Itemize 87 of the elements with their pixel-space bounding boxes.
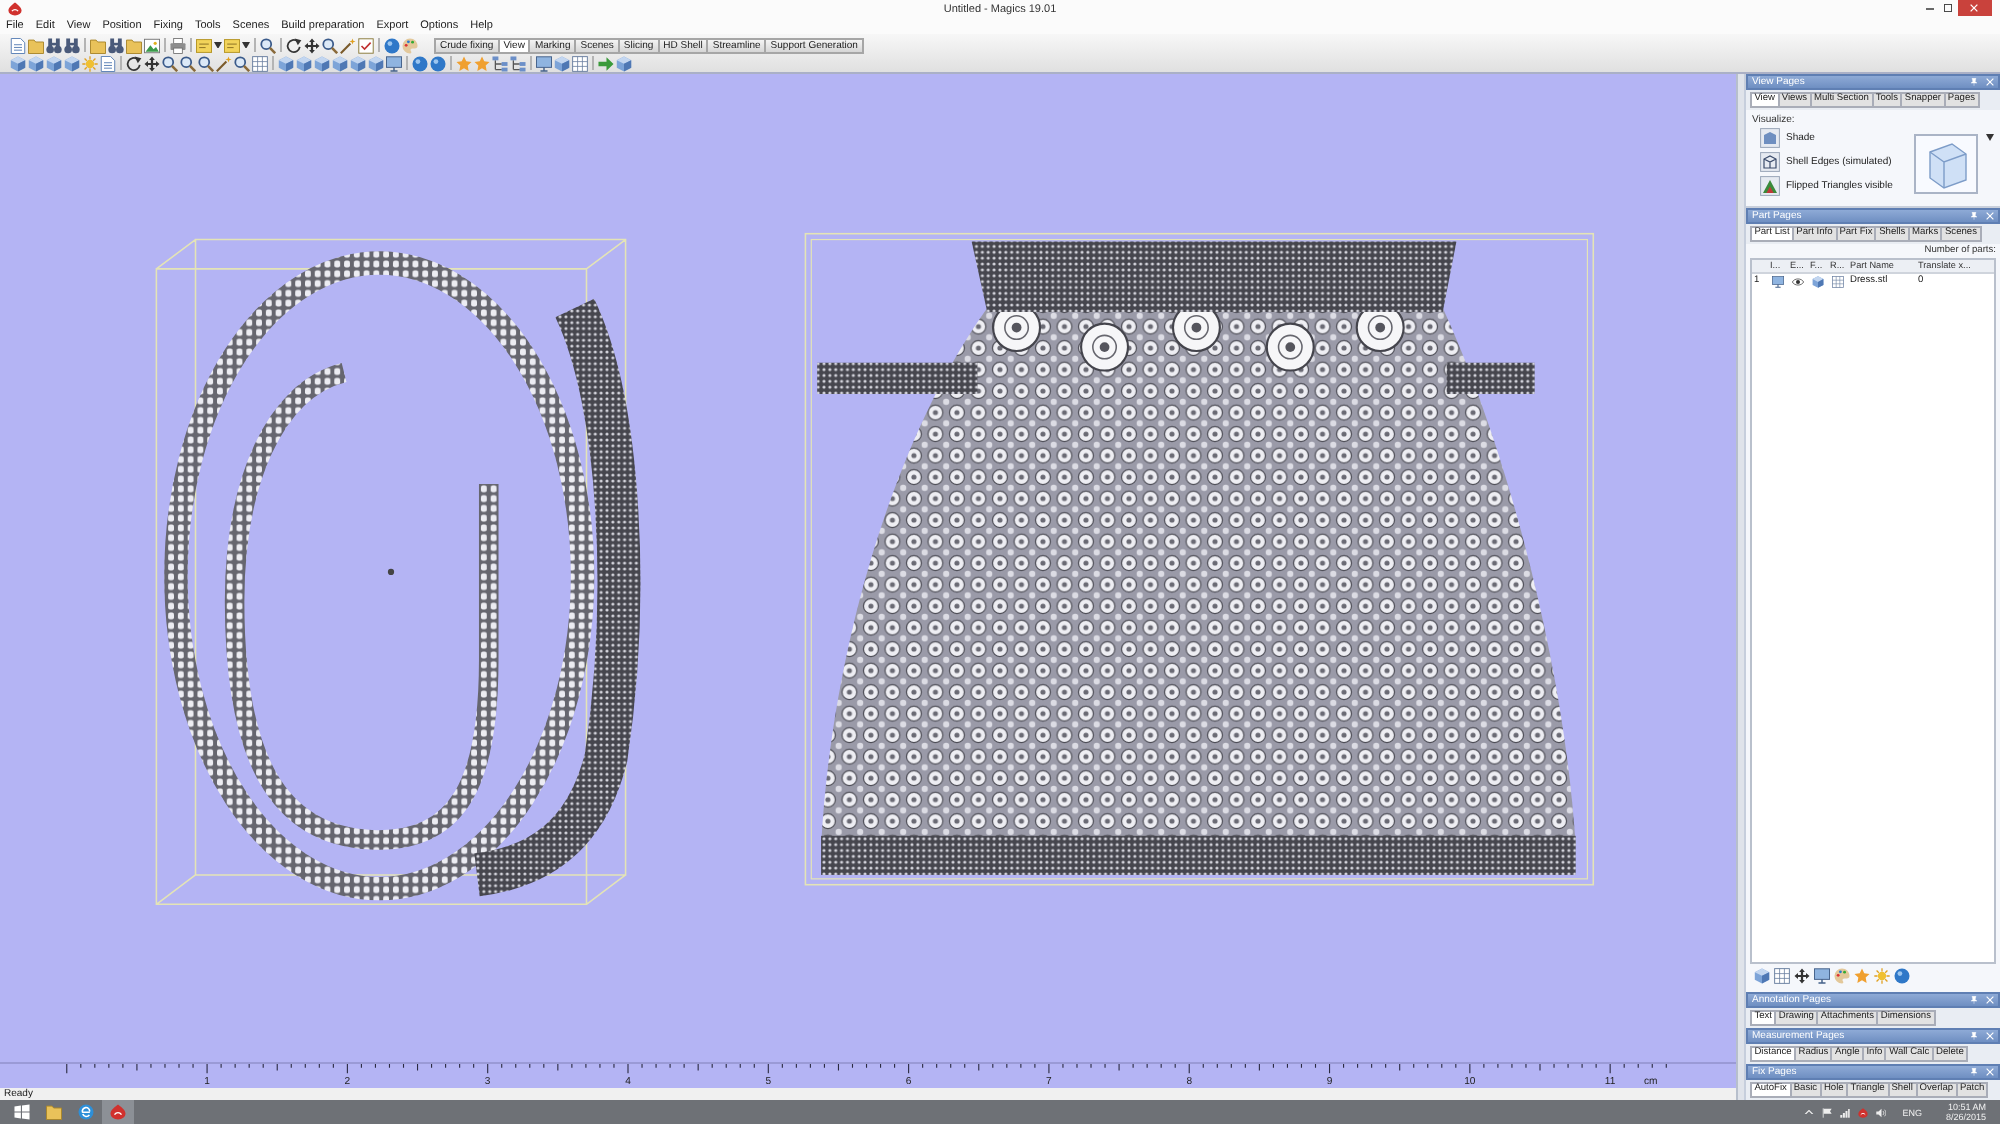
monitor-icon[interactable] [535, 55, 551, 71]
grid-icon[interactable] [251, 55, 267, 71]
sphere-icon[interactable] [1894, 968, 1910, 984]
star-icon[interactable] [473, 55, 489, 71]
close-icon[interactable] [1986, 78, 1994, 86]
magnifier-icon[interactable] [321, 37, 337, 53]
document-icon[interactable] [9, 37, 25, 53]
maximize-icon [1944, 4, 1953, 12]
logo-icon[interactable] [1858, 1107, 1869, 1117]
start-icon [14, 1104, 30, 1120]
printer-icon[interactable] [169, 37, 185, 53]
magnifier-icon[interactable] [197, 55, 213, 71]
binoculars-icon[interactable] [63, 37, 79, 53]
triangle-icon [1760, 176, 1780, 196]
monitor-icon[interactable] [1772, 275, 1784, 287]
cube-icon[interactable] [45, 55, 61, 71]
cube-icon[interactable] [277, 55, 293, 71]
viewport[interactable] [0, 74, 1736, 1062]
cube-icon[interactable] [331, 55, 347, 71]
shaded-shape-icon [1760, 128, 1780, 148]
magnifier-icon[interactable] [233, 55, 249, 71]
checklist-icon[interactable] [357, 37, 373, 53]
cube-icon[interactable] [615, 55, 631, 71]
pin-icon[interactable] [1970, 1032, 1978, 1040]
caret-icon[interactable] [213, 41, 221, 49]
cube-icon[interactable] [27, 55, 43, 71]
eye-icon[interactable] [1792, 275, 1804, 287]
grid-icon[interactable] [571, 55, 587, 71]
pin-icon[interactable] [1970, 212, 1978, 220]
star-icon[interactable] [1854, 968, 1870, 984]
binoculars-icon[interactable] [45, 37, 61, 53]
magnifier-icon[interactable] [259, 37, 275, 53]
logo-icon[interactable] [8, 2, 22, 16]
cube-icon[interactable] [1812, 275, 1824, 287]
wireframe-shape-icon [1760, 152, 1780, 172]
close-icon[interactable] [1986, 1032, 1994, 1040]
rotate-arrow-icon[interactable] [125, 55, 141, 71]
folder-icon [46, 1104, 62, 1120]
point-marker-icon [387, 568, 395, 576]
tree-icon[interactable] [509, 55, 525, 71]
cube-icon[interactable] [9, 55, 25, 71]
binoculars-icon[interactable] [107, 37, 123, 53]
wand-icon[interactable] [339, 37, 355, 53]
logo-icon [110, 1104, 126, 1120]
pin-icon[interactable] [1970, 78, 1978, 86]
sun-icon[interactable] [1874, 968, 1890, 984]
document-icon[interactable] [99, 55, 115, 71]
picture-icon[interactable] [143, 37, 159, 53]
caret-icon[interactable] [241, 41, 249, 49]
flag-icon[interactable] [1822, 1107, 1833, 1117]
cube-icon[interactable] [553, 55, 569, 71]
up-caret-icon[interactable] [1804, 1109, 1815, 1115]
pin-icon[interactable] [1970, 996, 1978, 1004]
close-button[interactable] [1957, 0, 1992, 16]
monitor-icon[interactable] [1814, 968, 1830, 984]
palette-icon[interactable] [401, 37, 417, 53]
cube-icon[interactable] [349, 55, 365, 71]
palette-icon[interactable] [1834, 968, 1850, 984]
pin-icon[interactable] [1970, 1068, 1978, 1076]
cube-icon[interactable] [367, 55, 383, 71]
tree-icon[interactable] [491, 55, 507, 71]
wand-icon[interactable] [215, 55, 231, 71]
sphere-icon[interactable] [383, 37, 399, 53]
caret-icon[interactable] [1986, 134, 1994, 141]
cube-icon[interactable] [295, 55, 311, 71]
arrow-icon[interactable] [597, 55, 613, 71]
cube-icon[interactable] [1754, 968, 1770, 984]
signal-bars-icon[interactable] [1840, 1107, 1851, 1117]
speaker-icon[interactable] [1876, 1107, 1887, 1117]
cube-icon[interactable] [63, 55, 79, 71]
maximize-button[interactable] [1938, 0, 1958, 16]
sphere-icon[interactable] [429, 55, 445, 71]
close-icon[interactable] [1986, 212, 1994, 220]
browser-icon [78, 1104, 94, 1120]
star-icon[interactable] [455, 55, 471, 71]
sphere-icon[interactable] [411, 55, 427, 71]
magnifier-icon[interactable] [179, 55, 195, 71]
monitor-icon[interactable] [385, 55, 401, 71]
rotate-arrow-icon[interactable] [285, 37, 301, 53]
close-icon[interactable] [1986, 996, 1994, 1004]
minimize-icon [1925, 7, 1934, 9]
close-icon[interactable] [1986, 1068, 1994, 1076]
cube-icon[interactable] [313, 55, 329, 71]
four-way-arrow-icon[interactable] [1794, 968, 1810, 984]
grid-icon[interactable] [1832, 275, 1844, 287]
close-icon [1970, 4, 1979, 12]
magnifier-icon[interactable] [161, 55, 177, 71]
